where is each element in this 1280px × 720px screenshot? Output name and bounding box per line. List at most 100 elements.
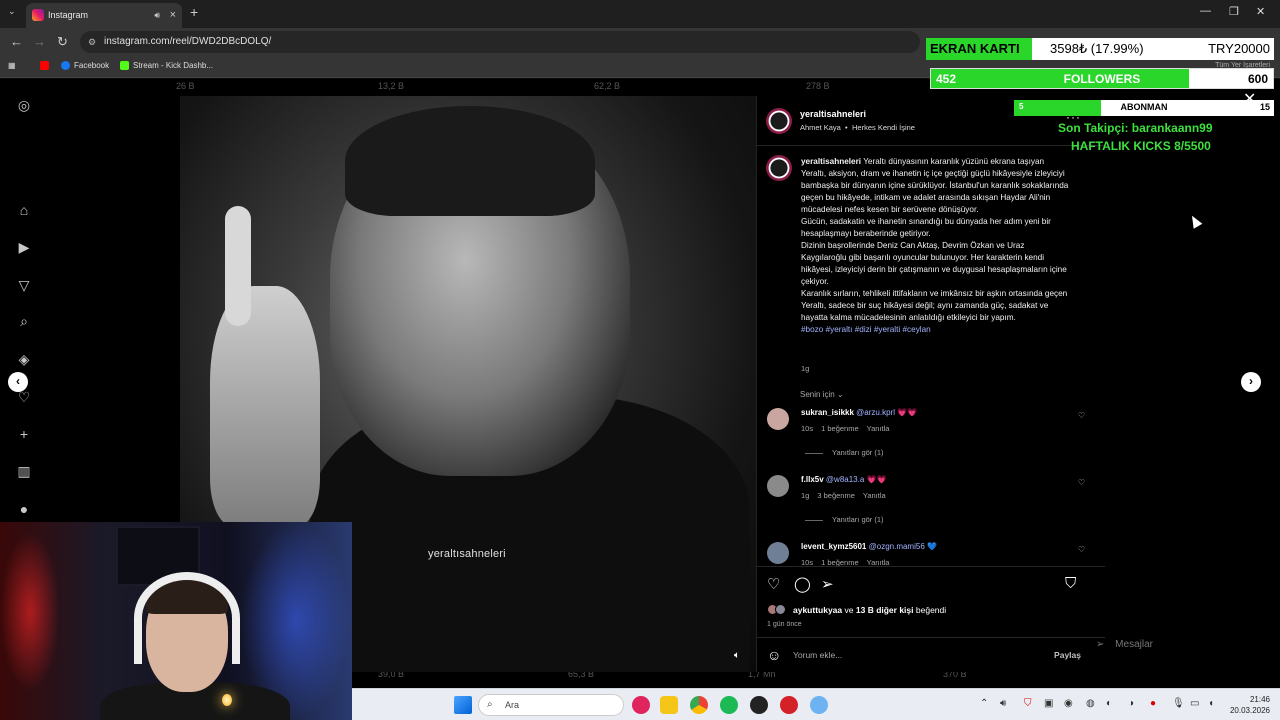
search-icon[interactable]: ⌕	[16, 313, 32, 329]
comment-mention[interactable]: @w8a13.a	[826, 475, 864, 484]
lighter-flame	[222, 694, 232, 706]
view-replies[interactable]: Yanıtları gör (1)	[805, 515, 884, 524]
spotify-icon[interactable]	[720, 696, 738, 714]
steam-icon[interactable]: ◐	[1106, 698, 1112, 709]
browser-tab[interactable]: Instagram 🔊︎ ×	[26, 3, 182, 28]
author-avatar[interactable]	[766, 108, 792, 134]
reply-button[interactable]: Yanıtla	[867, 558, 890, 566]
tray-chevron-icon[interactable]: ⌃	[980, 698, 988, 709]
caption-username[interactable]: yeraltisahneleri	[801, 157, 861, 166]
file-explorer-icon[interactable]	[660, 696, 678, 714]
minimize-icon[interactable]: —	[1200, 5, 1211, 17]
new-tab-button[interactable]: +	[190, 4, 198, 20]
reply-button[interactable]: Yanıtla	[863, 491, 886, 500]
author-username[interactable]: yeraltisahneleri	[800, 109, 866, 119]
network-icon[interactable]: ▭	[1190, 698, 1199, 709]
post-comment-button[interactable]: Paylaş	[1054, 650, 1081, 660]
restore-icon[interactable]: ❐	[1229, 5, 1239, 18]
speaker-icon[interactable]: ◖	[1208, 698, 1214, 709]
share-icon[interactable]: ➢	[821, 575, 834, 593]
comment-emoji: 💗💗	[866, 475, 887, 484]
bg-view-count: 278 B	[806, 81, 830, 91]
bookmark-youtube[interactable]	[40, 61, 53, 71]
comment-like-icon[interactable]: ♡	[1078, 545, 1085, 554]
next-post-button[interactable]: ›	[1241, 372, 1261, 392]
settings-icon[interactable]	[810, 696, 828, 714]
close-tab-icon[interactable]: ×	[170, 3, 176, 28]
comment-mention[interactable]: @arzu.kprl	[856, 408, 895, 417]
comment-avatar[interactable]	[767, 408, 789, 430]
liked-by-others[interactable]: 13 B diğer kişi	[856, 605, 914, 615]
last-follower: Son Takipçi: barankaann99	[1058, 121, 1213, 135]
view-replies[interactable]: Yanıtları gör (1)	[805, 448, 884, 457]
messages-button[interactable]: ➢ Mesajlar	[1096, 639, 1246, 661]
comment-like-icon[interactable]: ♡	[1078, 478, 1085, 487]
home-icon[interactable]: ⌂	[16, 202, 32, 218]
previous-post-button[interactable]: ‹	[8, 372, 28, 392]
comment-likes[interactable]: 3 beğenme	[817, 491, 855, 500]
comment-icon[interactable]: ◯	[794, 575, 811, 593]
like-icon[interactable]: ♡	[767, 575, 780, 593]
create-icon[interactable]: +	[16, 426, 32, 442]
start-icon[interactable]	[454, 696, 472, 714]
mute-icon[interactable]: 🔈︎	[734, 650, 740, 661]
speaker-icon[interactable]: 🔊︎	[154, 3, 160, 28]
profile-icon[interactable]: ●	[16, 501, 32, 517]
explore-icon[interactable]: ◈	[16, 351, 32, 367]
comment-username[interactable]: levent_kymz5601	[801, 542, 866, 551]
reels-icon[interactable]: ▶	[16, 239, 32, 255]
record-icon[interactable]: ●	[1150, 698, 1156, 709]
reply-button[interactable]: Yanıtla	[867, 424, 890, 433]
comment-username[interactable]: sukran_isikkk	[801, 408, 854, 417]
audio-artist[interactable]: Ahmet Kaya	[800, 123, 841, 132]
bookmark-facebook[interactable]: Facebook	[61, 61, 109, 71]
comment-sort-dropdown[interactable]: Senin için ⌄	[800, 390, 844, 399]
comment-avatar[interactable]	[767, 542, 789, 564]
save-icon[interactable]: ⛉	[1065, 575, 1076, 592]
back-icon[interactable]: ←	[10, 34, 23, 49]
stats-icon[interactable]: ▥	[16, 463, 32, 479]
tab-search-button[interactable]: ⌄	[8, 6, 16, 17]
comment-composer: ☺ Paylaş	[757, 637, 1105, 673]
site-info-icon[interactable]: ⚙	[88, 31, 96, 53]
comment-input[interactable]	[793, 646, 1033, 664]
address-bar[interactable]: ⚙ instagram.com/reel/DWD2DBcDOLQ/	[80, 31, 920, 53]
app-icon[interactable]	[780, 696, 798, 714]
apps-icon[interactable]: ▦	[8, 61, 16, 70]
media-player-icon[interactable]	[632, 696, 650, 714]
forward-icon[interactable]: →	[33, 34, 46, 49]
obs-icon[interactable]	[750, 696, 768, 714]
comment-likes[interactable]: 1 beğenme	[821, 424, 859, 433]
windows-taskbar: ⌕ Ara ⌃ 🔊︎ ⛉ ▣ ◉ ◍ ◐ ◑ ● 🎙︎ ▭ ◖ 21:46 20…	[352, 688, 1280, 720]
notifications-icon[interactable]: ▽	[16, 277, 32, 293]
taskbar-clock[interactable]: 21:46 20.03.2026	[1230, 694, 1270, 716]
chrome-icon[interactable]	[690, 696, 708, 714]
tray-app-icon[interactable]: ⛉	[1024, 698, 1032, 709]
reload-icon[interactable]: ↻	[57, 34, 68, 50]
caption-hashtags[interactable]: #bozo #yeraltı #dizi #yeralti #ceylan	[801, 325, 931, 334]
tray-app-icon[interactable]: ◑	[1128, 698, 1134, 709]
comment-like-icon[interactable]: ♡	[1078, 411, 1085, 420]
taskbar-search[interactable]: ⌕ Ara	[478, 694, 624, 716]
instagram-logo-icon[interactable]: ◎	[16, 97, 32, 113]
clock-date: 20.03.2026	[1229, 706, 1270, 715]
window-close-icon[interactable]: ✕	[1256, 5, 1265, 18]
tray-app-icon[interactable]: ▣	[1044, 698, 1053, 709]
volume-icon[interactable]: 🔊︎	[1000, 698, 1006, 709]
bg-view-count: 62,2 B	[594, 81, 621, 91]
liked-by-user[interactable]: aykuttukyaa	[793, 605, 842, 615]
likes-summary[interactable]: aykuttukyaa ve 13 B diğer kişi beğendi	[793, 605, 946, 615]
comment-mention[interactable]: @ozgn.mami56	[869, 542, 925, 551]
bullet: •	[845, 123, 848, 132]
microphone-icon[interactable]: 🎙︎	[1172, 698, 1185, 709]
tray-app-icon[interactable]: ◍	[1086, 698, 1095, 709]
comment-avatar[interactable]	[767, 475, 789, 497]
caption-avatar[interactable]	[766, 155, 792, 181]
bookmark-kick[interactable]: Stream - Kick Dashb...	[120, 61, 213, 71]
caption-time: 1g	[801, 364, 810, 373]
comment-likes[interactable]: 1 beğenme	[821, 558, 859, 566]
comment-username[interactable]: f.llx5v	[801, 475, 824, 484]
audio-song[interactable]: Herkes Kendi İşine	[852, 123, 915, 132]
emoji-icon[interactable]: ☺	[767, 647, 781, 663]
tray-app-icon[interactable]: ◉	[1064, 698, 1073, 709]
